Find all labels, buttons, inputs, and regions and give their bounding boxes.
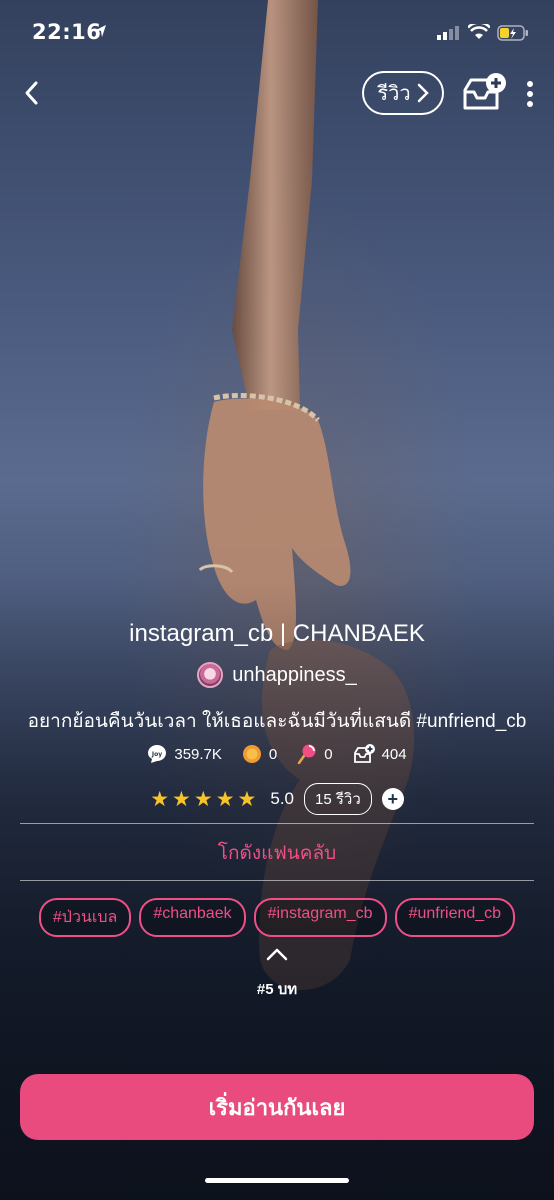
battery-icon [497,25,528,41]
library-icon [353,744,375,763]
review-button[interactable]: รีวิว [362,71,444,115]
start-reading-button[interactable]: เริ่มอ่านกันเลย [20,1074,534,1140]
chevron-up-icon[interactable] [266,947,288,961]
joy-icon: Joy [148,745,167,763]
fanclub-link[interactable]: โกดังแฟนคลับ [0,838,554,868]
status-time: 22:16 [32,20,102,44]
stat-views: Joy 359.7K [147,744,222,764]
story-title: instagram_cb | CHANBAEK [129,620,425,647]
star-icon: ★ [215,787,235,811]
tag-chip[interactable]: #unfriend_cb [394,898,516,937]
views-count: 359.7K [174,745,222,763]
author-name: unhappiness_ [232,663,357,686]
tag-list: #ป่วนเบล #chanbaek #instagram_cb #unfrie… [0,898,554,937]
location-icon [96,25,106,37]
coin-icon [242,745,261,763]
more-icon[interactable] [524,80,536,110]
tag-chip[interactable]: #instagram_cb [253,898,387,937]
candy-icon [298,744,316,764]
star-icon: ★ [150,787,170,811]
star-icon: ★ [193,787,213,811]
home-indicator [205,1178,349,1183]
wifi-icon [468,24,490,39]
divider-bottom [20,880,534,881]
avatar [197,662,224,688]
status-bar: 22:16 [0,0,554,64]
chevron-right-icon [417,83,429,103]
review-count-button[interactable]: 15 รีวิว [304,783,372,815]
back-icon[interactable] [18,78,48,108]
star-icon: ★ [172,787,191,811]
stat-coins: 0 [242,744,277,764]
divider-top [20,823,534,824]
plus-icon[interactable]: + [381,788,404,810]
rating-value: 5.0 [270,789,294,808]
tag-chip[interactable]: #ป่วนเบล [38,898,132,937]
tag-chip[interactable]: #chanbaek [139,898,246,937]
story-description: อยากย้อนคืนวันเวลา ให้เธอและฉันมีวันที่แ… [27,711,527,732]
author-link[interactable]: unhappiness_ [0,662,554,688]
star-icon: ★ [237,787,257,811]
rating-row: ★ ★ ★ ★ ★ 5.0 15 รีวิว + [0,783,554,815]
stat-library: 404 [353,744,407,764]
review-button-label: รีวิว [377,83,411,105]
library-count: 404 [381,745,407,763]
add-to-library-icon[interactable] [461,72,507,114]
coins-count: 0 [268,745,278,763]
cellular-signal-icon [437,26,459,40]
stat-candies: 0 [297,744,333,764]
svg-text:Joy: Joy [151,751,162,758]
story-stats: Joy 359.7K 0 0 404 [0,744,554,764]
candies-count: 0 [324,745,333,763]
chapter-count: #5 บท [256,981,298,998]
rating-stars: ★ ★ ★ ★ ★ [150,789,256,810]
